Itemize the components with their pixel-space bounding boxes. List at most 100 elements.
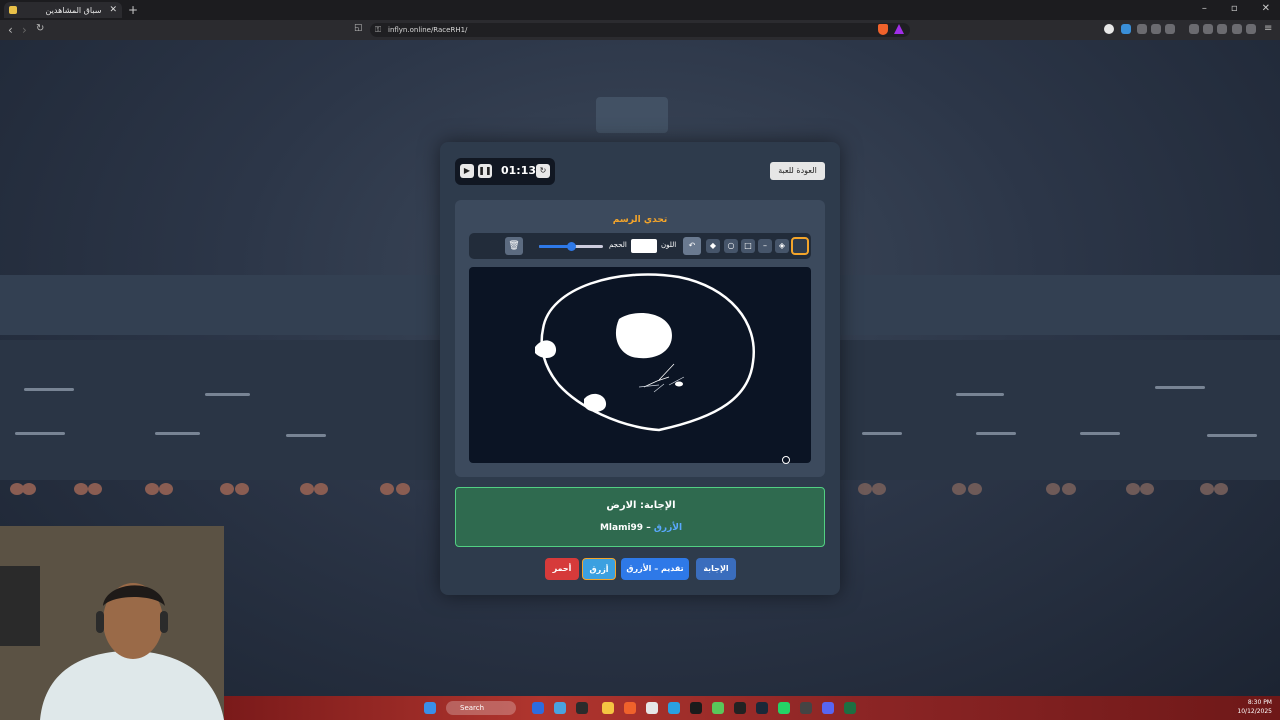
drawing-toolbar: 🗑 الحجم اللون ↶ ◆ ○ □ – ◈ [469,233,811,259]
back-to-game-button[interactable]: العودة للعبة [770,162,825,180]
steam-icon[interactable] [756,702,768,714]
stand-light [24,388,74,391]
window-controls: – ▫ ✕ [1202,3,1270,14]
extension-icon[interactable] [1151,24,1161,34]
stand-light [956,393,1004,396]
minimize-icon[interactable]: – [1202,3,1207,14]
discord-icon[interactable] [822,702,834,714]
app-icon[interactable] [668,702,680,714]
stand-light [15,432,65,435]
stand-light [976,432,1016,435]
browser-tab-bar: سباق المشاهدين ✕ + – ▫ ✕ [0,0,1280,20]
answer-team: الأزرق [653,523,683,533]
vpn-icon[interactable] [1246,24,1256,34]
url-field[interactable]: ⚿ inflyn.online/RaceRH1/ [370,23,910,37]
maximize-icon[interactable]: ▫ [1231,3,1238,14]
color-picker[interactable] [631,239,657,253]
app-icon[interactable] [734,702,746,714]
media-icon[interactable] [1189,24,1199,34]
taskbar-clock: 8:30 PM 10/12/2025 [1237,698,1272,716]
timer-widget: ▶ ❚❚ 01:13 ↻ [455,158,555,185]
pen-tool-icon[interactable] [791,237,809,255]
brave-icon[interactable] [624,702,636,714]
brush-size-slider[interactable] [539,242,603,251]
line-tool-icon[interactable]: – [758,239,772,253]
browser-tab[interactable]: سباق المشاهدين ✕ [4,2,122,18]
extension-icon[interactable] [1165,24,1175,34]
play-icon[interactable]: ▶ [460,164,474,178]
profile-icon[interactable] [1104,24,1114,34]
app-icon[interactable] [712,702,724,714]
whatsapp-icon[interactable] [778,702,790,714]
eraser-icon[interactable]: ◈ [775,239,789,253]
bookmark-icon[interactable]: ◱ [354,23,363,33]
reveal-answer-button[interactable]: الإجابة [696,558,736,580]
blue-team-button[interactable]: أزرق [582,558,616,580]
reload-icon[interactable]: ↻ [36,23,44,34]
excel-icon[interactable] [844,702,856,714]
drawing-strokes [535,273,756,432]
red-team-button[interactable]: أحمر [545,558,579,580]
stand-light [1155,386,1205,389]
url-text: inflyn.online/RaceRH1/ [388,26,468,34]
stand-light [286,434,326,437]
timer-display: 01:13 [501,164,537,177]
address-bar-row: ‹ › ↻ ◱ ⚿ inflyn.online/RaceRH1/ ≡ [0,20,1280,40]
back-icon[interactable]: ‹ [8,23,13,37]
webcam-overlay [0,526,224,720]
close-window-icon[interactable]: ✕ [1262,3,1270,14]
game-panel: ▶ ❚❚ 01:13 ↻ العودة للعبة تحدي الرسم 🗑 ا… [440,142,840,595]
fill-bucket-icon[interactable]: ◆ [706,239,720,253]
sidebar-icon[interactable] [1203,24,1213,34]
app-icon[interactable] [800,702,812,714]
color-label: اللون [661,241,677,249]
taskbar: Search 8:30 PM 10/12/2025 [224,696,1280,720]
stand-light [1080,432,1120,435]
start-icon[interactable] [424,702,436,714]
site-info-icon[interactable]: ⚿ [375,23,381,37]
taskbar-search[interactable]: Search [446,701,516,715]
favicon-icon [9,6,17,14]
menu-icon[interactable]: ≡ [1264,23,1272,34]
app-icon[interactable] [554,702,566,714]
answer-user-line: Mlami99 – الأزرق [599,523,683,533]
webcam-person [0,526,224,720]
circle-tool-icon[interactable]: ○ [724,239,738,253]
new-tab-icon[interactable]: + [128,3,138,17]
drawing-challenge-box: تحدي الرسم 🗑 الحجم اللون ↶ ◆ ○ □ – ◈ [455,200,825,477]
clear-canvas-button[interactable]: 🗑 [505,237,523,255]
forward-icon[interactable]: › [22,23,27,37]
drawing-title: تحدي الرسم [612,215,668,225]
reset-timer-icon[interactable]: ↻ [536,164,550,178]
answer-text: الإجابة: الارض [606,500,676,511]
app-icon[interactable] [576,702,588,714]
drawing-canvas[interactable] [469,267,811,464]
extension-icon[interactable] [1137,24,1147,34]
clock-time: 8:30 PM [1247,699,1272,706]
undo-icon[interactable]: ↶ [683,237,701,255]
stand-light [205,393,250,396]
extension-icon[interactable] [1121,24,1131,34]
brave-shields-icon[interactable] [878,24,888,35]
rectangle-tool-icon[interactable]: □ [741,239,755,253]
brush-cursor [782,456,790,464]
brave-rewards-icon[interactable] [894,24,904,34]
stand-light [862,432,902,435]
stand-light [1207,434,1257,437]
app-icon[interactable] [690,702,702,714]
size-label: الحجم [609,241,627,249]
stand-light [155,432,200,435]
close-tab-icon[interactable]: ✕ [109,5,122,15]
wallet-icon[interactable] [1217,24,1227,34]
submit-blue-button[interactable]: تقديم – الأزرق [621,558,689,580]
app-icon[interactable] [646,702,658,714]
answer-username: Mlami99 [599,523,644,533]
file-explorer-icon[interactable] [602,702,614,714]
scoreboard [596,97,668,133]
app-icon[interactable] [532,702,544,714]
leo-icon[interactable] [1232,24,1242,34]
answer-box: الإجابة: الارض Mlami99 – الأزرق [455,487,825,547]
pause-icon[interactable]: ❚❚ [478,164,492,178]
brush-size-handle[interactable] [567,242,576,251]
clock-date: 10/12/2025 [1237,708,1272,715]
